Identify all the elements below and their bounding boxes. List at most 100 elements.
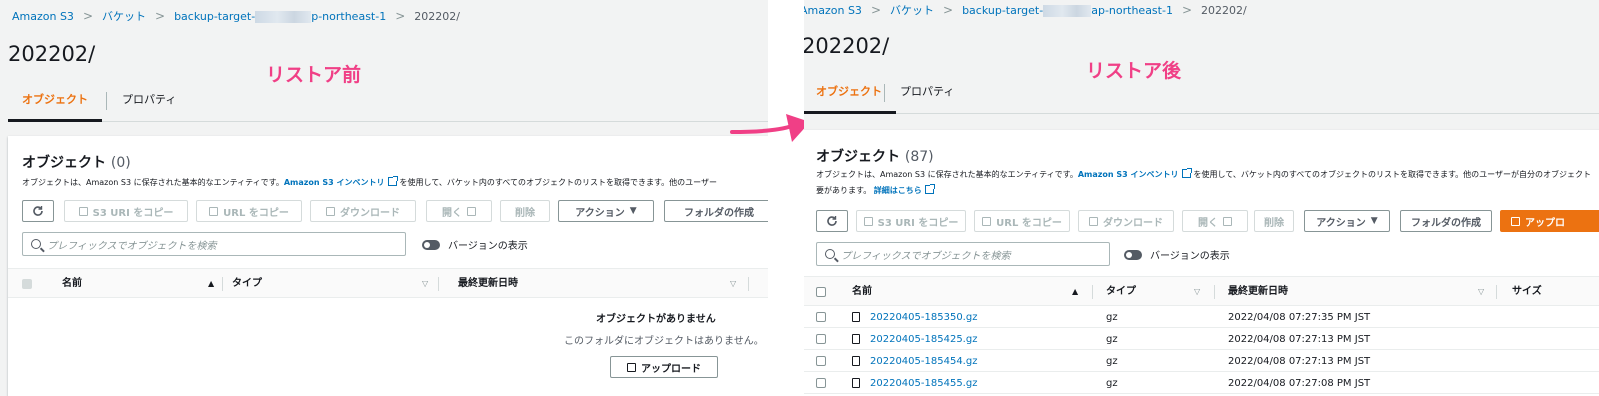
sort-ascending-icon[interactable]: ▲: [1072, 277, 1078, 307]
bucket-suffix: ap-northeast-1: [1091, 3, 1173, 17]
breadcrumb-buckets[interactable]: バケット: [890, 2, 934, 18]
caret-down-icon: ▼: [1370, 216, 1378, 226]
tab-bar: オブジェクト プロパティ: [804, 76, 1599, 114]
sort-icon[interactable]: ▽: [1194, 277, 1200, 307]
object-count: (0): [110, 155, 131, 171]
download-button[interactable]: ダウンロード: [310, 200, 416, 222]
row-checkbox[interactable]: [816, 378, 826, 388]
toggle-switch[interactable]: [422, 239, 440, 250]
table-row[interactable]: 20220405-185350.gz gz 2022/04/08 07:27:3…: [804, 307, 1599, 328]
open-button[interactable]: 開く: [1182, 210, 1248, 232]
download-icon: [1089, 216, 1098, 226]
breadcrumb-buckets[interactable]: バケット: [102, 8, 146, 24]
desc-prefix: オブジェクトは、Amazon S3 に保存された基本的なエンティティです。: [816, 170, 1078, 179]
upload-button[interactable]: アップロ: [1500, 210, 1599, 232]
tab-properties[interactable]: プロパティ: [886, 76, 968, 114]
chevron-right-icon: >: [155, 9, 166, 23]
object-name-link[interactable]: 20220405-185350.gz: [870, 307, 977, 328]
inventory-link[interactable]: Amazon S3 インベントリ: [284, 178, 385, 187]
desc-prefix: オブジェクトは、Amazon S3 に保存された基本的なエンティティです。: [22, 178, 284, 187]
chevron-right-icon: >: [870, 3, 881, 17]
search-input[interactable]: プレフィックスでオブジェクトを検索: [816, 242, 1110, 266]
row-checkbox[interactable]: [816, 312, 826, 322]
search-placeholder: プレフィックスでオブジェクトを検索: [841, 250, 1011, 262]
table-header: 名前 ▲ タイプ ▽ 最終更新日時 ▽ サイズ: [804, 276, 1599, 306]
sort-icon[interactable]: ▽: [730, 269, 736, 299]
delete-button[interactable]: 削除: [500, 200, 550, 222]
column-last-modified[interactable]: 最終更新日時: [1228, 277, 1288, 307]
object-type: gz: [1106, 312, 1118, 323]
sort-ascending-icon[interactable]: ▲: [208, 269, 214, 299]
refresh-button[interactable]: [22, 200, 54, 222]
column-size[interactable]: サイズ: [1512, 277, 1542, 307]
toggle-switch[interactable]: [1124, 249, 1142, 260]
table-row[interactable]: 20220405-185454.gz gz 2022/04/08 07:27:1…: [804, 351, 1599, 372]
table-row[interactable]: 20220405-185455.gz gz 2022/04/08 07:27:0…: [804, 373, 1599, 394]
column-type[interactable]: タイプ: [1106, 277, 1136, 307]
learn-more-link[interactable]: 詳細はこちら: [874, 186, 922, 195]
download-label: ダウンロード: [1103, 217, 1163, 229]
refresh-icon: [827, 216, 837, 226]
copy-s3-uri-button[interactable]: S3 URI をコピー: [856, 210, 966, 232]
redacted-blur: [255, 10, 312, 23]
refresh-button[interactable]: [816, 210, 848, 232]
column-divider: [1092, 285, 1093, 299]
table-row[interactable]: 20220405-185425.gz gz 2022/04/08 07:27:1…: [804, 329, 1599, 350]
copy-s3-uri-button[interactable]: S3 URI をコピー: [64, 200, 188, 222]
breadcrumb-amazon-s3[interactable]: Amazon S3: [804, 4, 862, 17]
breadcrumb-bucket[interactable]: backup-target-ap-northeast-1: [962, 4, 1173, 17]
column-name[interactable]: 名前: [62, 269, 82, 299]
sort-icon[interactable]: ▽: [1478, 277, 1484, 307]
caret-down-icon: ▼: [629, 206, 637, 216]
select-all-checkbox[interactable]: [22, 279, 32, 289]
create-folder-button[interactable]: フォルダの作成: [1400, 210, 1492, 232]
after-restore-screenshot: Amazon S3 > バケット > backup-target-ap-nort…: [804, 0, 1599, 396]
copy-url-button[interactable]: URL をコピー: [196, 200, 302, 222]
copy-url-button[interactable]: URL をコピー: [974, 210, 1070, 232]
object-type: gz: [1106, 378, 1118, 389]
row-checkbox[interactable]: [816, 334, 826, 344]
sort-icon[interactable]: ▽: [422, 269, 428, 299]
tab-properties[interactable]: プロパティ: [108, 84, 190, 122]
external-link-icon: [387, 176, 398, 186]
chevron-right-icon: >: [1181, 3, 1193, 17]
search-input[interactable]: プレフィックスでオブジェクトを検索: [22, 232, 406, 256]
inventory-link[interactable]: Amazon S3 インベントリ: [1078, 170, 1179, 179]
external-link-icon: [1223, 216, 1232, 226]
create-folder-label: フォルダの作成: [684, 207, 754, 219]
breadcrumb-bucket[interactable]: backup-target-p-northeast-1: [174, 10, 386, 23]
object-name-link[interactable]: 20220405-185454.gz: [870, 351, 977, 372]
tab-divider: [106, 92, 107, 110]
column-name[interactable]: 名前: [852, 277, 872, 307]
tab-divider: [884, 84, 885, 102]
tab-objects[interactable]: オブジェクト: [8, 84, 102, 122]
show-versions-label: バージョンの表示: [1150, 251, 1230, 262]
row-checkbox[interactable]: [816, 356, 826, 366]
actions-dropdown[interactable]: アクション ▼: [1304, 210, 1390, 232]
breadcrumb-amazon-s3[interactable]: Amazon S3: [12, 10, 74, 23]
object-type: gz: [1106, 334, 1118, 345]
upload-button[interactable]: アップロード: [610, 356, 718, 378]
download-button[interactable]: ダウンロード: [1078, 210, 1174, 232]
show-versions-toggle[interactable]: バージョンの表示: [1124, 247, 1230, 262]
show-versions-label: バージョンの表示: [448, 241, 528, 252]
delete-button[interactable]: 削除: [1254, 210, 1294, 232]
external-link-icon: [467, 206, 476, 216]
arrow-right-icon: [730, 114, 810, 142]
tab-objects[interactable]: オブジェクト: [804, 76, 896, 114]
upload-label: アップロード: [641, 363, 701, 375]
delete-label: 削除: [1264, 217, 1284, 229]
actions-label: アクション: [1316, 217, 1366, 229]
show-versions-toggle[interactable]: バージョンの表示: [422, 237, 528, 252]
column-last-modified[interactable]: 最終更新日時: [458, 269, 518, 299]
select-all-checkbox[interactable]: [816, 287, 826, 297]
column-type[interactable]: タイプ: [232, 269, 262, 299]
desc-suffix: を使用して、バケット内のすべてのオブジェクトのリストを取得できます。他のユーザー: [399, 178, 718, 187]
object-name-link[interactable]: 20220405-185455.gz: [870, 373, 977, 394]
create-folder-button[interactable]: フォルダの作成: [664, 200, 768, 222]
object-name-link[interactable]: 20220405-185425.gz: [870, 329, 977, 350]
open-button[interactable]: 開く: [426, 200, 492, 222]
actions-dropdown[interactable]: アクション ▼: [558, 200, 654, 222]
file-icon: [852, 378, 860, 388]
search-icon: [31, 239, 41, 249]
